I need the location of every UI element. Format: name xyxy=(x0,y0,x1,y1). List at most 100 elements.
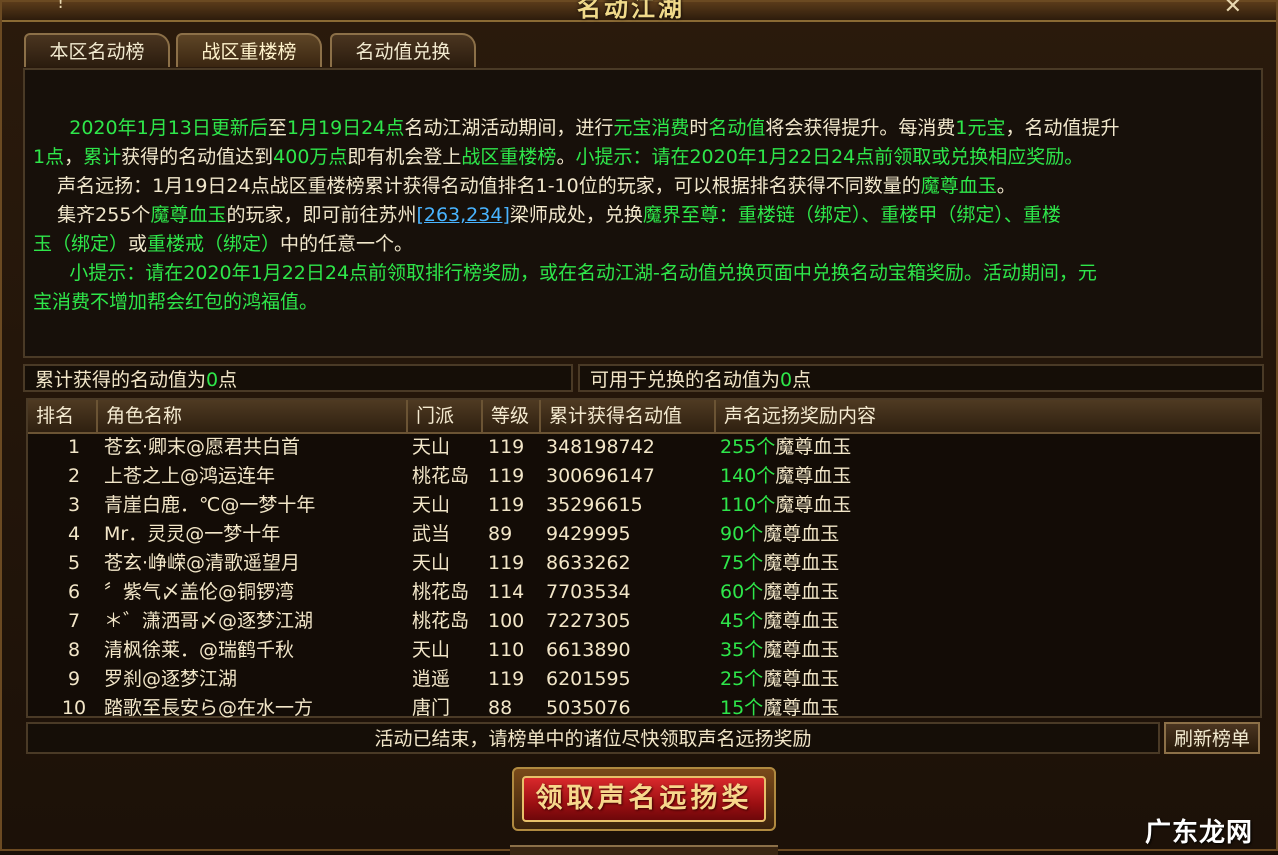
cell-reward-count: 45个 xyxy=(720,610,764,632)
cell-reward-count: 15个 xyxy=(720,697,764,719)
info-line-1: 2020年1月13日更新后至1月19日24点名动江湖活动期间，进行元宝消费时名动… xyxy=(69,117,1120,139)
cell-reward-item: 魔尊血玉 xyxy=(763,697,840,719)
cell-level: 89 xyxy=(488,523,513,545)
header-value: 累计获得名动值 xyxy=(541,400,716,432)
cell-level: 119 xyxy=(488,465,525,487)
cell-value: 348198742 xyxy=(546,436,655,458)
cell-level: 119 xyxy=(488,552,525,574)
cell-sect: 逍遥 xyxy=(412,668,451,690)
close-icon[interactable]: ✕ xyxy=(1224,0,1242,19)
total-value-unit: 点 xyxy=(218,369,238,391)
cell-reward: 140个魔尊血玉 xyxy=(720,462,851,491)
info-line-5: 玉（绑定）或重楼戒（绑定）中的任意一个。 xyxy=(33,233,414,255)
event-ended-notice: 活动已结束，请榜单中的诸位尽快领取声名远扬奖励 xyxy=(26,722,1160,754)
cell-reward-item: 魔尊血玉 xyxy=(775,465,852,487)
cell-value: 6201595 xyxy=(546,668,631,690)
cell-reward-count: 25个 xyxy=(720,668,764,690)
cell-rank: 10 xyxy=(61,697,87,719)
cell-sect: 武当 xyxy=(412,523,451,545)
cell-name: 苍玄·峥嵘@清歌遥望月 xyxy=(104,552,301,574)
tab-warzone-ranking[interactable]: 战区重楼榜 xyxy=(176,33,322,67)
cell-name: 踏歌至長安ら@在水一方 xyxy=(104,697,314,719)
total-value-bar: 累计获得的名动值为0点 xyxy=(23,364,573,392)
ranking-table: 排名 角色名称 门派 等级 累计获得名动值 声名远扬奖励内容 1 苍玄·卿末@愿君… xyxy=(26,398,1262,719)
menu-icon[interactable]: ! xyxy=(57,0,64,13)
cell-value: 6613890 xyxy=(546,639,631,661)
cell-name: 上苍之上@鸿运连年 xyxy=(104,465,276,487)
cell-name: 〞紫气〆盖伦@铜锣湾 xyxy=(104,581,295,603)
cell-sect: 桃花岛 xyxy=(412,610,470,632)
watermark-text: 广东龙网 xyxy=(1145,818,1254,848)
cell-reward-item: 魔尊血玉 xyxy=(763,581,840,603)
claim-reward-label[interactable]: 领取声名远扬奖 xyxy=(522,776,766,822)
activity-description: 2020年1月13日更新后至1月19日24点名动江湖活动期间，进行元宝消费时名动… xyxy=(23,68,1263,358)
cell-reward-count: 110个 xyxy=(720,494,776,516)
total-value-label: 累计获得的名动值为 xyxy=(35,369,207,391)
cell-name: 清枫徐莱．@瑞鹤千秋 xyxy=(104,639,295,661)
cell-rank: 1 xyxy=(67,436,81,458)
info-line-7: 宝消费不增加帮会红包的鸿福值。 xyxy=(33,291,319,313)
cell-reward-count: 35个 xyxy=(720,639,764,661)
cell-reward-count: 90个 xyxy=(720,523,764,545)
tab-value-exchange[interactable]: 名动值兑换 xyxy=(330,33,476,67)
table-row[interactable]: 10 踏歌至長安ら@在水一方 唐门 88 5035076 15个魔尊血玉 xyxy=(28,694,1260,723)
table-row[interactable]: 4 Mr．灵灵@一梦十年 武当 89 9429995 90个魔尊血玉 xyxy=(28,520,1260,549)
exchange-value-bar: 可用于兑换的名动值为0点 xyxy=(578,364,1264,392)
cell-sect: 桃花岛 xyxy=(412,465,470,487)
cell-value: 5035076 xyxy=(546,697,631,719)
total-value: 0 xyxy=(206,369,219,391)
table-row[interactable]: 9 罗刹@逐梦江湖 逍遥 119 6201595 25个魔尊血玉 xyxy=(28,665,1260,694)
cell-level: 100 xyxy=(488,610,525,632)
cell-sect: 天山 xyxy=(412,436,451,458)
cell-reward-item: 魔尊血玉 xyxy=(763,610,840,632)
cell-reward: 255个魔尊血玉 xyxy=(720,433,851,462)
table-row[interactable]: 8 清枫徐莱．@瑞鹤千秋 天山 110 6613890 35个魔尊血玉 xyxy=(28,636,1260,665)
cell-reward-count: 60个 xyxy=(720,581,764,603)
cell-reward-item: 魔尊血玉 xyxy=(763,552,840,574)
exchange-value-unit: 点 xyxy=(792,369,812,391)
table-row[interactable]: 6 〞紫气〆盖伦@铜锣湾 桃花岛 114 7703534 60个魔尊血玉 xyxy=(28,578,1260,607)
cell-reward-item: 魔尊血玉 xyxy=(775,436,852,458)
table-header: 排名 角色名称 门派 等级 累计获得名动值 声名远扬奖励内容 xyxy=(28,400,1260,434)
claim-reward-button[interactable]: 领取声名远扬奖 xyxy=(512,767,776,831)
cell-reward-item: 魔尊血玉 xyxy=(775,494,852,516)
cell-rank: 3 xyxy=(67,494,81,516)
cell-sect: 天山 xyxy=(412,639,451,661)
cell-reward-count: 255个 xyxy=(720,436,776,458)
header-name: 角色名称 xyxy=(98,400,408,432)
cell-level: 119 xyxy=(488,494,525,516)
cell-rank: 2 xyxy=(67,465,81,487)
cell-name: Mr．灵灵@一梦十年 xyxy=(104,523,281,545)
cell-name: 罗刹@逐梦江湖 xyxy=(104,668,238,690)
cell-value: 7227305 xyxy=(546,610,631,632)
table-row[interactable]: 2 上苍之上@鸿运连年 桃花岛 119 300696147 140个魔尊血玉 xyxy=(28,462,1260,491)
cell-reward: 110个魔尊血玉 xyxy=(720,491,851,520)
location-link[interactable]: [263,234] xyxy=(416,204,509,226)
table-row[interactable]: 5 苍玄·峥嵘@清歌遥望月 天山 119 8633262 75个魔尊血玉 xyxy=(28,549,1260,578)
cell-level: 119 xyxy=(488,436,525,458)
cell-level: 114 xyxy=(488,581,525,603)
cell-reward: 35个魔尊血玉 xyxy=(720,636,839,665)
cell-rank: 7 xyxy=(67,610,81,632)
table-row[interactable]: 1 苍玄·卿末@愿君共白首 天山 119 348198742 255个魔尊血玉 xyxy=(28,433,1260,462)
cell-value: 300696147 xyxy=(546,465,655,487)
cell-sect: 桃花岛 xyxy=(412,581,470,603)
cell-reward: 60个魔尊血玉 xyxy=(720,578,839,607)
cell-reward: 45个魔尊血玉 xyxy=(720,607,839,636)
refresh-ranking-button[interactable]: 刷新榜单 xyxy=(1164,722,1260,754)
cell-level: 119 xyxy=(488,668,525,690)
title-bar: ! 名动江湖 ✕ xyxy=(2,0,1276,22)
header-sect: 门派 xyxy=(408,400,483,432)
cell-level: 88 xyxy=(488,697,513,719)
table-row[interactable]: 3 青崖白鹿．℃@一梦十年 天山 119 35296615 110个魔尊血玉 xyxy=(28,491,1260,520)
cell-reward-count: 140个 xyxy=(720,465,776,487)
table-row[interactable]: 7 ＊゛潇洒哥〆@逐梦江湖 桃花岛 100 7227305 45个魔尊血玉 xyxy=(28,607,1260,636)
tab-local-ranking[interactable]: 本区名动榜 xyxy=(24,33,170,67)
cell-value: 35296615 xyxy=(546,494,643,516)
cell-rank: 5 xyxy=(67,552,81,574)
cell-sect: 天山 xyxy=(412,552,451,574)
info-line-4: 集齐255个魔尊血玉的玩家，即可前往苏州[263,234]梁师成处，兑换魔界至尊… xyxy=(57,204,1061,226)
exchange-value: 0 xyxy=(780,369,793,391)
cell-rank: 8 xyxy=(67,639,81,661)
bottom-strip xyxy=(510,845,778,855)
